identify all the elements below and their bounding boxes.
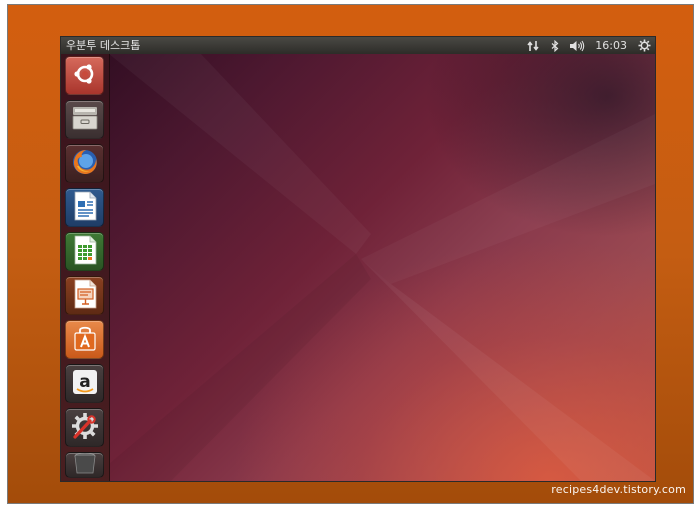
launcher-files[interactable]	[65, 100, 104, 139]
bluetooth-icon[interactable]	[550, 39, 560, 52]
launcher: a	[61, 54, 110, 481]
wallpaper-x-pattern	[109, 54, 655, 481]
launcher-trash[interactable]	[65, 452, 104, 478]
svg-text:a: a	[79, 372, 90, 392]
calc-spreadsheet-icon	[71, 234, 99, 270]
launcher-firefox[interactable]	[65, 144, 104, 183]
watermark-text: recipes4dev.tistory.com	[551, 483, 686, 496]
launcher-system-settings[interactable]	[65, 408, 104, 447]
ubuntu-screen: 우분투 데스크톱 16:03 a	[60, 36, 656, 482]
window-title: 우분투 데스크톱	[66, 39, 141, 52]
writer-document-icon	[71, 190, 99, 226]
clock[interactable]: 16:03	[595, 37, 627, 54]
file-cabinet-icon	[70, 103, 100, 137]
launcher-dash-home[interactable]	[65, 56, 104, 95]
top-panel: 우분투 데스크톱 16:03	[61, 37, 655, 54]
indicator-area: 16:03	[526, 37, 651, 54]
volume-icon[interactable]	[569, 40, 585, 52]
amazon-logo-icon: a	[70, 367, 100, 401]
shopping-bag-icon	[70, 323, 100, 357]
session-gear-icon[interactable]	[637, 39, 651, 52]
launcher-amazon[interactable]: a	[65, 364, 104, 403]
trash-can-icon	[71, 453, 99, 477]
launcher-software-center[interactable]	[65, 320, 104, 359]
launcher-libreoffice-writer[interactable]	[65, 188, 104, 227]
impress-presentation-icon	[71, 278, 99, 314]
network-updown-icon[interactable]	[526, 40, 540, 52]
launcher-libreoffice-impress[interactable]	[65, 276, 104, 315]
settings-gear-wrench-icon	[69, 410, 101, 446]
orange-backdrop: 우분투 데스크톱 16:03 a	[7, 4, 694, 504]
firefox-icon	[69, 146, 101, 182]
ubuntu-logo-icon	[72, 61, 98, 91]
launcher-libreoffice-calc[interactable]	[65, 232, 104, 271]
